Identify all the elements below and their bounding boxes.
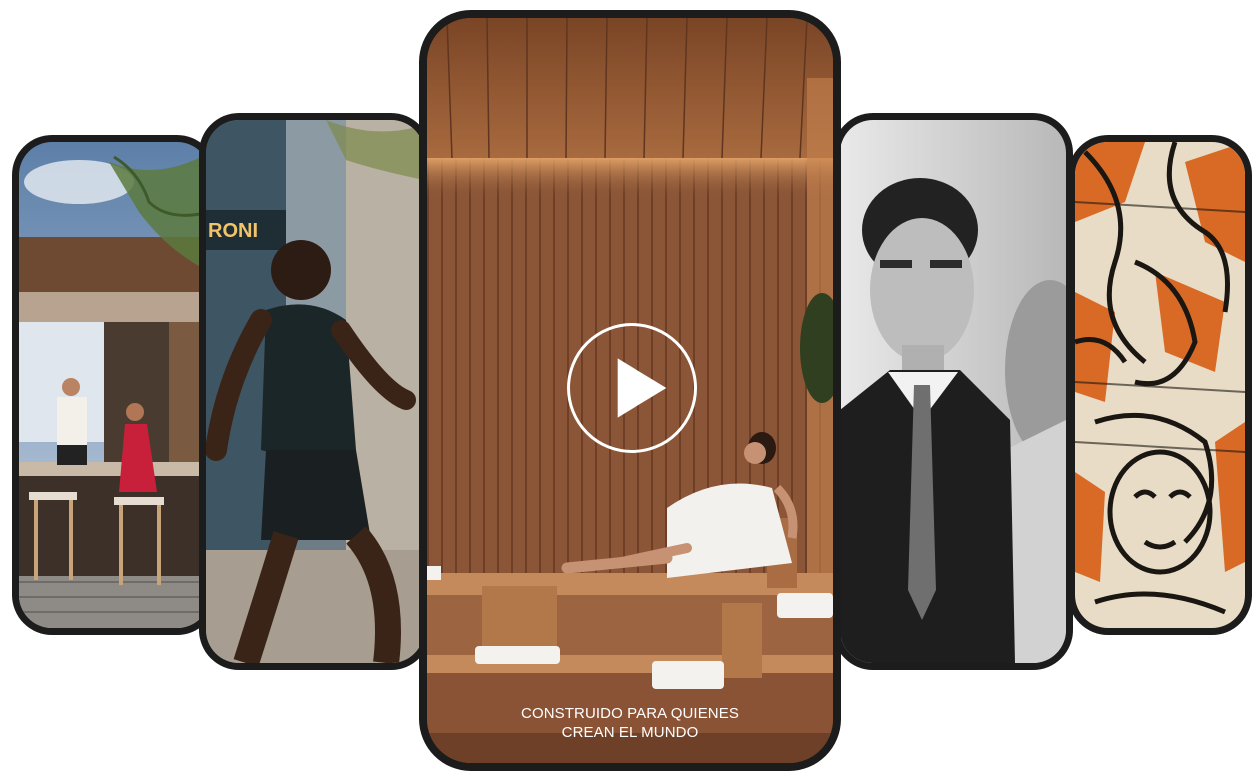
caption-line-2: CREAN EL MUNDO: [561, 724, 699, 741]
rooftop-bar-image: [19, 142, 210, 628]
storefront-sign-text: RONI: [208, 220, 258, 242]
street-art-image: [1075, 142, 1245, 628]
play-icon: [617, 358, 667, 418]
video-caption: CONSTRUIDO PARA QUIENES CREAN EL MUNDO: [427, 704, 833, 742]
play-button[interactable]: [567, 323, 697, 453]
runner-card[interactable]: RONI: [199, 113, 431, 670]
sauna-video[interactable]: CONSTRUIDO PARA QUIENES CREAN EL MUNDO: [427, 18, 833, 763]
rooftop-bar-card[interactable]: [12, 135, 217, 635]
businessman-card[interactable]: [833, 113, 1073, 670]
caption-line-1: CONSTRUIDO PARA QUIENES: [521, 705, 739, 722]
runner-image: RONI: [206, 120, 424, 663]
sauna-video-card[interactable]: CONSTRUIDO PARA QUIENES CREAN EL MUNDO: [419, 10, 841, 771]
street-art-card[interactable]: [1068, 135, 1252, 635]
businessman-image: [840, 120, 1066, 663]
